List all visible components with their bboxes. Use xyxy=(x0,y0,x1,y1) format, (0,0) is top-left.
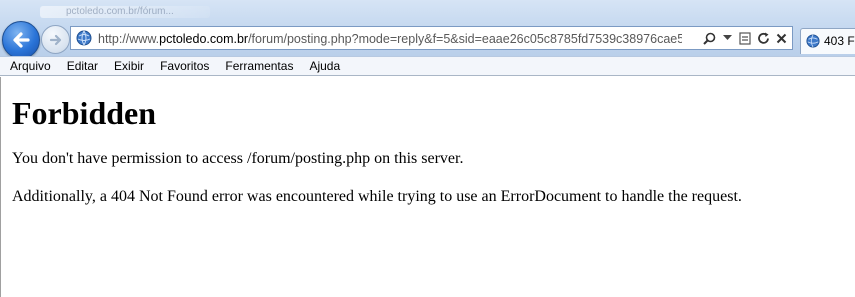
menu-item-favoritos[interactable]: Favoritos xyxy=(152,57,217,75)
tab-title: 403 Fo xyxy=(824,34,855,48)
stop-button[interactable] xyxy=(774,30,788,46)
back-button[interactable] xyxy=(2,21,40,59)
refresh-icon xyxy=(757,32,769,44)
url-prefix: http://www. xyxy=(98,32,160,46)
chevron-down-icon xyxy=(722,35,732,40)
menu-bar: Arquivo Editar Exibir Favoritos Ferramen… xyxy=(0,56,855,76)
url-path: /forum/posting.php?mode=reply&f=5&sid=ea… xyxy=(248,32,682,46)
search-icon xyxy=(702,32,715,45)
menu-item-arquivo[interactable]: Arquivo xyxy=(0,57,59,75)
address-tools xyxy=(702,29,788,47)
page-title: Forbidden xyxy=(12,95,157,131)
compatibility-view-button[interactable] xyxy=(738,30,752,46)
error-message: You don't have permission to access /for… xyxy=(12,150,464,167)
search-button[interactable] xyxy=(702,30,716,46)
url-domain: pctoledo.com.br xyxy=(159,32,249,46)
address-url[interactable]: http://www.pctoledo.com.br/forum/posting… xyxy=(98,31,682,47)
page-content: Forbidden You don't have permission to a… xyxy=(0,77,855,297)
tab-favicon-icon xyxy=(806,34,820,48)
compatibility-view-icon xyxy=(739,31,751,45)
site-favicon-icon xyxy=(76,30,92,46)
forward-arrow-icon xyxy=(49,34,61,45)
window-title-text: pctoledo.com.br/fórum... xyxy=(66,6,174,17)
address-bar[interactable]: http://www.pctoledo.com.br/forum/posting… xyxy=(70,26,793,50)
close-icon xyxy=(776,33,786,43)
window-title-ghost: pctoledo.com.br/fórum... xyxy=(40,6,210,18)
browser-tab[interactable]: 403 Fo xyxy=(800,28,855,54)
refresh-button[interactable] xyxy=(756,30,770,46)
browser-toolbar: pctoledo.com.br/fórum... http://www.pcto… xyxy=(0,0,855,59)
forward-button[interactable] xyxy=(41,25,70,54)
menu-item-ajuda[interactable]: Ajuda xyxy=(301,57,348,75)
menu-item-exibir[interactable]: Exibir xyxy=(106,57,152,75)
address-dropdown-button[interactable] xyxy=(720,30,734,46)
error-detail: Additionally, a 404 Not Found error was … xyxy=(12,188,742,205)
back-arrow-icon xyxy=(13,32,30,48)
menu-item-editar[interactable]: Editar xyxy=(59,57,106,75)
menu-item-ferramentas[interactable]: Ferramentas xyxy=(217,57,301,75)
